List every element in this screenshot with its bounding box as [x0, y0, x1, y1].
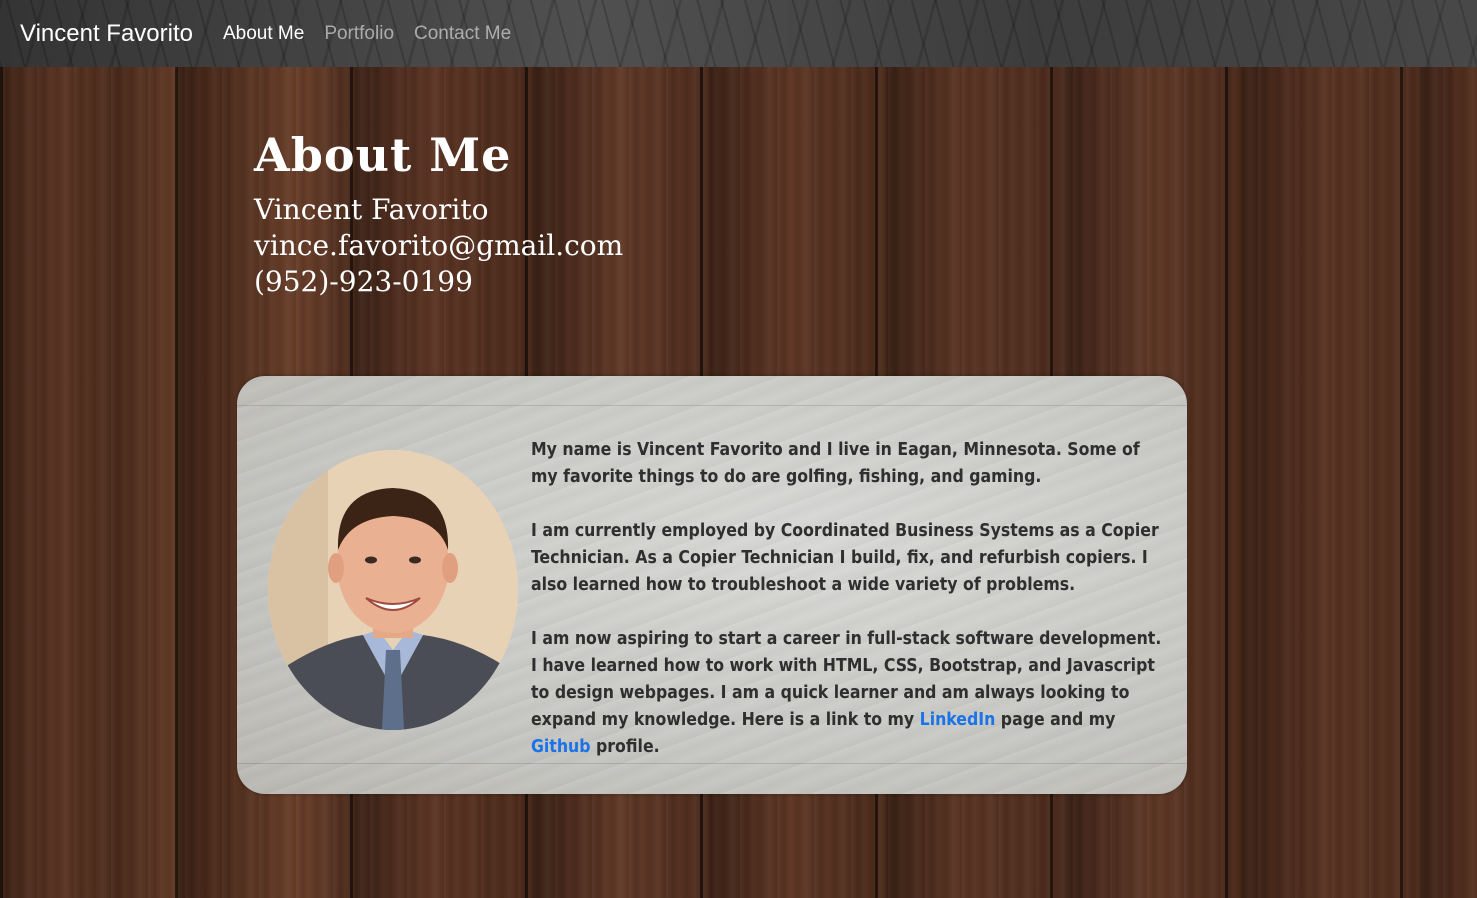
- bio-paragraph: I am currently employed by Coordinated B…: [531, 521, 1159, 595]
- about-card: My name is Vincent Favorito and I live i…: [237, 376, 1187, 794]
- brand-link[interactable]: Vincent Favorito: [20, 20, 193, 48]
- header-block: About Me Vincent Favorito vince.favorito…: [254, 128, 623, 300]
- linkedin-link[interactable]: LinkedIn: [920, 710, 996, 730]
- nav-link-about-me[interactable]: About Me: [223, 23, 304, 45]
- page-title: About Me: [254, 128, 512, 182]
- nav-link-portfolio[interactable]: Portfolio: [324, 23, 394, 45]
- github-link[interactable]: Github: [531, 737, 591, 757]
- navbar: Vincent Favorito About Me Portfolio Cont…: [0, 0, 1477, 67]
- bio-text-span: page and my: [995, 710, 1116, 730]
- bio-paragraph: I am now aspiring to start a career in f…: [531, 626, 1171, 761]
- bio-text: My name is Vincent Favorito and I live i…: [531, 437, 1171, 788]
- bio-paragraph: My name is Vincent Favorito and I live i…: [531, 440, 1140, 487]
- card-divider-top: [237, 405, 1187, 406]
- bio-text-span: profile.: [590, 737, 660, 757]
- contact-name: Vincent Favorito: [254, 193, 489, 226]
- contact-email: vince.favorito@gmail.com: [254, 229, 624, 262]
- profile-photo: [268, 450, 518, 730]
- contact-phone: (952)-923-0199: [254, 265, 473, 298]
- card-divider-bottom: [237, 763, 1187, 764]
- nav-link-contact-me[interactable]: Contact Me: [414, 23, 511, 45]
